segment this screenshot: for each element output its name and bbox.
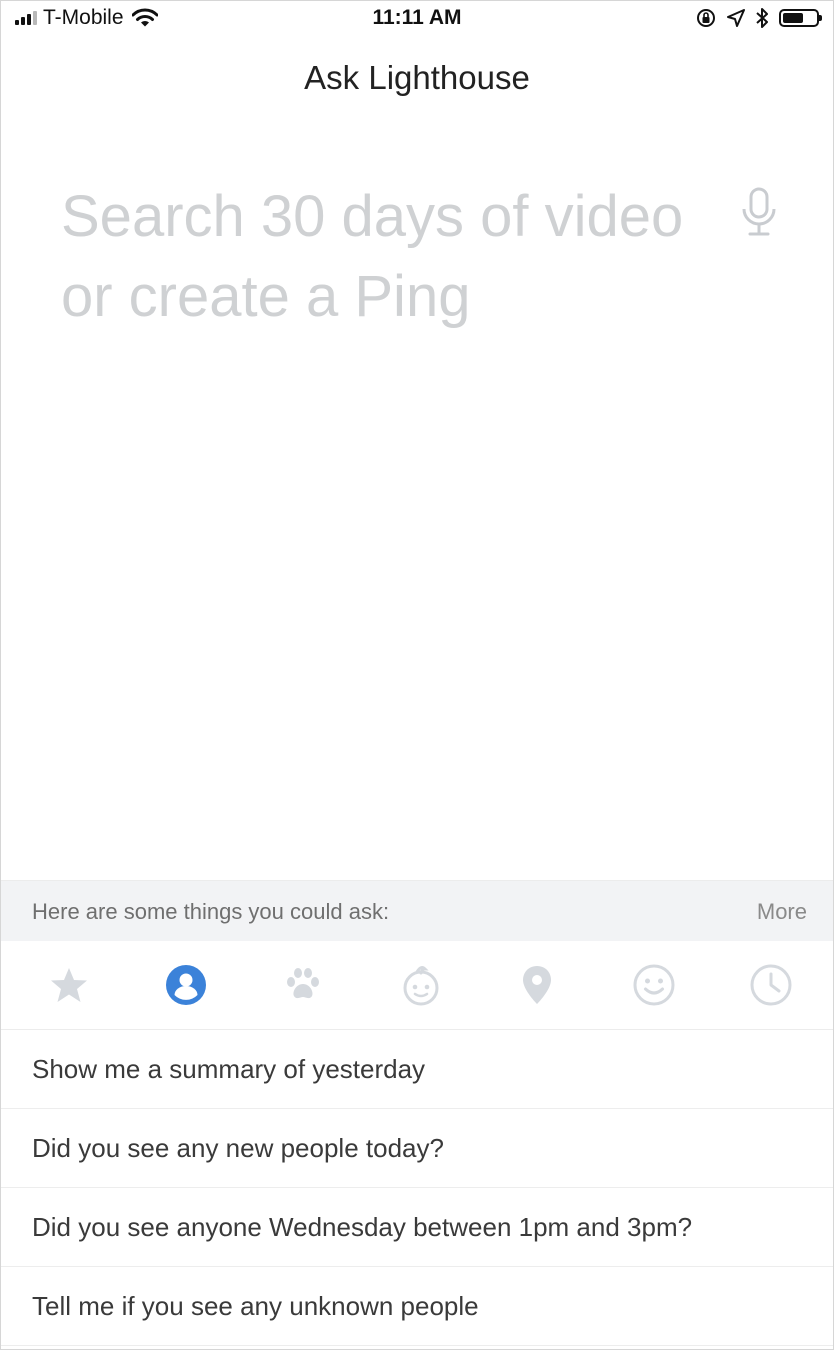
suggestion-list: Show me a summary of yesterday Did you s… xyxy=(1,1030,833,1346)
battery-icon xyxy=(779,9,822,27)
search-input[interactable]: Search 30 days of video or create a Ping xyxy=(61,177,801,337)
category-clock-icon[interactable] xyxy=(749,963,793,1007)
search-placeholder[interactable]: Search 30 days of video or create a Ping xyxy=(61,177,731,337)
suggestions-label: Here are some things you could ask: xyxy=(32,899,390,924)
microphone-icon[interactable] xyxy=(741,187,777,239)
category-person-icon[interactable] xyxy=(164,963,208,1007)
suggestion-item[interactable]: Tell me if you see any unknown people xyxy=(1,1267,833,1346)
category-location-pin-icon[interactable] xyxy=(515,963,559,1007)
suggestion-item[interactable]: Show me a summary of yesterday xyxy=(1,1030,833,1109)
status-bar: T-Mobile 11:11 AM xyxy=(1,1,833,35)
suggestion-item[interactable]: Did you see any new people today? xyxy=(1,1109,833,1188)
app-screen: T-Mobile 11:11 AM Ask Lighthouse Search … xyxy=(0,0,834,1350)
page-title: Ask Lighthouse xyxy=(304,59,530,96)
suggestions-header: Here are some things you could ask: More xyxy=(1,880,833,941)
location-arrow-icon xyxy=(727,9,745,27)
bluetooth-icon xyxy=(756,8,768,28)
more-button[interactable]: More xyxy=(757,881,807,943)
category-star-icon[interactable] xyxy=(47,963,91,1007)
category-smiley-icon[interactable] xyxy=(632,963,676,1007)
category-baby-icon[interactable] xyxy=(399,963,443,1007)
category-paw-icon[interactable] xyxy=(281,963,325,1007)
status-right xyxy=(695,6,822,30)
suggestion-item[interactable]: Did you see anyone Wednesday between 1pm… xyxy=(1,1188,833,1267)
orientation-lock-icon xyxy=(697,9,715,27)
category-tabs xyxy=(1,941,833,1030)
